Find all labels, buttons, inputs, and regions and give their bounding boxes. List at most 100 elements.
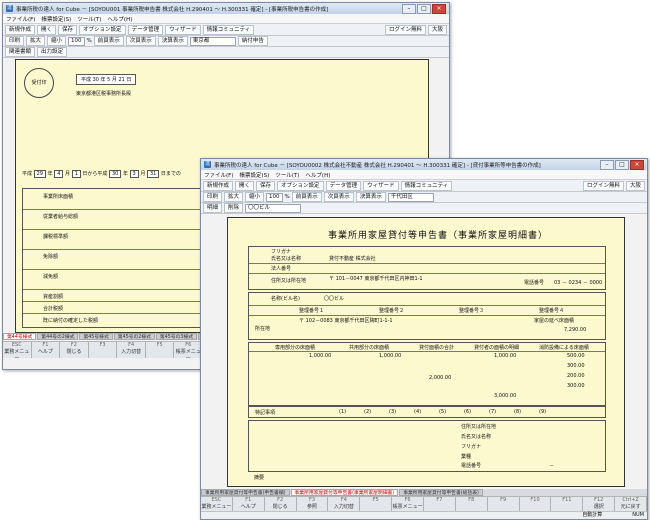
back-menubar: ファイル(F) 帳票設定(S) ツール(T) ヘルプ(H) [3,14,449,24]
output-settings-button[interactable]: 出力設定 [37,47,68,57]
front-form: 事業所用家屋貸付等申告書（事業所家屋明細書） フリガナ 氏名又は名称 貸付不動産… [227,217,625,487]
maximize-button[interactable]: □ [615,159,629,170]
tab-45[interactable]: 第45号様式 [79,333,113,340]
next-page-button[interactable]: 次頁表示 [125,36,156,46]
zoom-in-button[interactable]: 拡大 [224,192,244,202]
tab-44[interactable]: 第44号様式 [3,333,37,340]
tab-44-2[interactable]: 第44号の2様式 [37,333,79,340]
zoom-input[interactable]: 100 [266,192,283,202]
remarks-label: 摘要 [254,475,265,481]
menu-file[interactable]: ファイル(F) [204,171,233,179]
check-9[interactable]: (9) [539,409,546,415]
tab-filing[interactable]: 事業所用家屋貸付等申告書(申告書欄) [201,489,290,496]
fkey-f3[interactable]: F3 [89,342,118,358]
back-fkeybar: ESC 業務メニュー F1 ヘルプ F2 閉じる F3 F4 入力切替 F5 F6 帳票メ… [3,341,204,362]
fkey-f5[interactable]: F5 [146,342,175,358]
zoom-out-button[interactable]: 縮小 [245,192,265,202]
check-3[interactable]: (3) [389,409,396,415]
close-button[interactable]: × [630,159,644,170]
close-button[interactable]: × [432,3,446,14]
reg-number-4: 整理番号４ [539,308,565,314]
col-head-3: 貸付者の面積の明細 [474,345,520,351]
owner-box: フリガナ 氏名又は名称 貸付不動産 株式会社 法人番号 住所又は所在地 〒 10… [248,246,606,290]
location-value: 〒 102－0083 東京都千代田区麹町1-1-1 [299,318,393,324]
login-button[interactable]: ログイン無料 [582,180,624,191]
building-select[interactable]: 〇〇ビル [245,203,302,213]
community-button[interactable]: 情報コミュニティ [400,180,453,191]
save-button[interactable]: 保存 [256,180,276,191]
settle-button[interactable]: 決算表示 [355,192,386,202]
new-button[interactable]: 新規作成 [203,180,234,191]
community-button[interactable]: 情報コミュニティ [202,24,255,35]
menu-help[interactable]: ヘルプ(H) [305,171,330,179]
print-button[interactable]: 印刷 [5,36,25,46]
settle-button[interactable]: 決算表示 [157,36,188,46]
detail-button[interactable]: 明細 [203,203,223,213]
front-tabbar: 事業所用家屋貸付等申告書(申告書欄) 事業所用家屋貸付等申告書(事業所家屋明細書… [201,489,647,496]
fkey-f6[interactable]: F6 帳票メニュー [174,342,204,362]
tel-value: 03 － 0234 － 0000 [554,280,603,286]
zoom-in-button[interactable]: 拡大 [26,36,46,46]
tenant-row-2: フリガナ [461,444,482,450]
building-name: 〇〇ビル [324,296,345,302]
delete-button[interactable]: 削除 [224,203,244,213]
filing-type-button[interactable]: 納付申告 [237,36,268,46]
tenant-tel: － [549,463,555,469]
print-button[interactable]: 印刷 [203,192,223,202]
check-8[interactable]: (8) [514,409,521,415]
zoom-unit: % [86,38,92,44]
save-button[interactable]: 保存 [58,24,78,35]
options-button[interactable]: オプション設定 [79,24,126,35]
region-select[interactable]: 東京都 [189,36,236,46]
tab-summary[interactable]: 事業所用家屋貸付等申告書(総括表) [399,489,483,496]
check-5[interactable]: (5) [439,409,446,415]
check-4[interactable]: (4) [414,409,421,415]
menu-settings[interactable]: 帳票設定(S) [41,15,71,23]
prev-page-button[interactable]: 前頁表示 [291,192,322,202]
tab-45-2[interactable]: 第45号の2様式 [113,333,155,340]
open-button[interactable]: 開く [235,180,255,191]
location-label: 所在地 [255,326,271,332]
check-1[interactable]: (1) [339,409,346,415]
new-button[interactable]: 新規作成 [5,24,36,35]
menu-help[interactable]: ヘルプ(H) [107,15,132,23]
num-1: 1,000.00 [379,353,402,359]
related-docs-button[interactable]: 関連書類 [5,47,36,57]
open-button[interactable]: 開く [37,24,57,35]
wizard-button[interactable]: ウィザード [165,24,201,35]
maximize-button[interactable]: □ [417,3,431,14]
login-button[interactable]: ログイン無料 [384,24,426,35]
menu-settings[interactable]: 帳票設定(S) [239,171,269,179]
tab-45-3[interactable]: 第45号の3様式 [155,333,198,340]
menu-tools[interactable]: ツール(T) [275,171,299,179]
back-subbar2: 関連書類 出力設定 [3,47,449,58]
fkey-f4[interactable]: F4 入力切替 [117,342,146,358]
tab-detail[interactable]: 事業所用家屋貸付等申告書(事業所家屋明細書) [290,489,399,496]
options-button[interactable]: オプション設定 [277,180,324,191]
zoom-input[interactable]: 100 [68,36,85,46]
zoom-out-button[interactable]: 縮小 [47,36,67,46]
fkey-f2[interactable]: F2 閉じる [60,342,89,358]
fkey-esc[interactable]: ESC 業務メニュー [3,342,32,362]
calc-table: 事業所床面積 従業者給与総額 課税標準額 免除額 減免額 資産割額 合計税額 既… [22,188,209,328]
row-section-2: 課税標準額 [43,234,69,240]
menu-tools[interactable]: ツール(T) [77,15,101,23]
data-button[interactable]: データ管理 [325,180,362,191]
region-select[interactable]: 千代田区 [387,192,434,202]
check-6[interactable]: (6) [464,409,471,415]
status-num: NUM [632,512,644,518]
menu-file[interactable]: ファイル(F) [6,15,35,23]
col-head-0: 専用部分の床面積 [275,345,316,351]
fkey-f1[interactable]: F1 ヘルプ [32,342,61,358]
next-page-button[interactable]: 次頁表示 [323,192,354,202]
tenant-table: 住所又は所在地 氏名又は名称 フリガナ 業種 電話番号 － [248,420,606,472]
minimize-button[interactable]: – [402,3,416,14]
data-button[interactable]: データ管理 [127,24,164,35]
check-2[interactable]: (2) [364,409,371,415]
minimize-button[interactable]: – [600,159,614,170]
row-total-1: 合計税額 [43,306,64,312]
wizard-button[interactable]: ウィザード [363,180,399,191]
check-7[interactable]: (7) [489,409,496,415]
address-value: 〒 101－0047 東京都千代田区内神田1-1 [329,276,423,282]
prev-page-button[interactable]: 前頁表示 [93,36,124,46]
